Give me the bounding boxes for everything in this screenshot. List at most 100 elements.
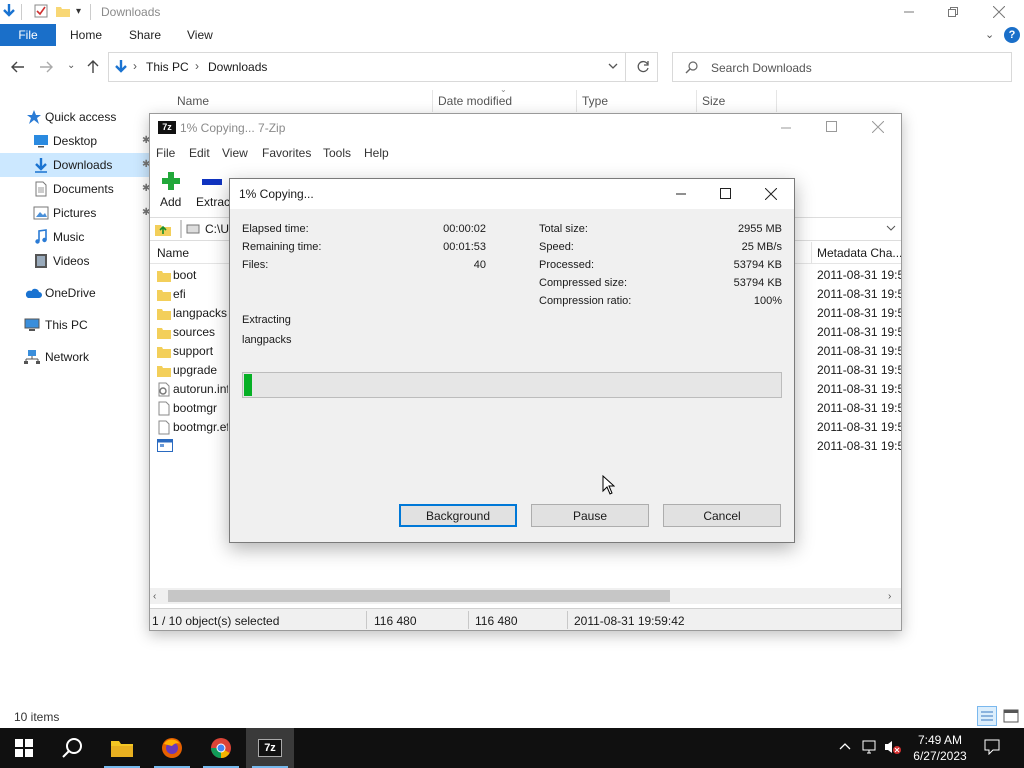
add-button[interactable]: Add xyxy=(156,168,186,212)
folder-icon xyxy=(111,741,133,757)
action-center-icon[interactable] xyxy=(984,739,1000,755)
nav-downloads[interactable]: Downloads ✱ xyxy=(0,153,150,177)
star-icon xyxy=(26,109,42,125)
download-folder-icon xyxy=(1,3,17,19)
network-status-icon[interactable] xyxy=(862,739,878,755)
videos-icon xyxy=(33,253,49,269)
new-folder-icon[interactable] xyxy=(55,3,71,19)
download-location-icon xyxy=(113,59,129,75)
add-plus-icon xyxy=(160,170,182,192)
maximize-button[interactable] xyxy=(826,121,837,132)
restore-button[interactable] xyxy=(930,0,976,24)
column-date-modified[interactable]: Date modified xyxy=(438,94,512,110)
cancel-button[interactable]: Cancel xyxy=(663,504,781,527)
column-name[interactable]: Name xyxy=(177,94,209,110)
path-dropdown-icon[interactable] xyxy=(886,223,896,233)
nav-pictures[interactable]: Pictures ✱ xyxy=(0,201,150,225)
menu-edit[interactable]: Edit xyxy=(189,146,210,160)
file-date: 2011-08-31 19:5 xyxy=(817,344,901,358)
files-value: 40 xyxy=(473,259,486,271)
tab-share[interactable]: Share xyxy=(129,24,161,46)
start-button[interactable] xyxy=(0,728,48,768)
close-button[interactable] xyxy=(765,188,777,200)
minimize-button[interactable] xyxy=(886,0,932,24)
tab-view[interactable]: View xyxy=(187,24,213,46)
menu-favorites[interactable]: Favorites xyxy=(262,146,311,160)
close-button[interactable] xyxy=(976,0,1022,24)
file-name: sources xyxy=(173,325,216,339)
menu-help[interactable]: Help xyxy=(364,146,389,160)
maximize-button[interactable] xyxy=(720,188,731,199)
scroll-right-icon[interactable]: › xyxy=(888,591,891,602)
column-type[interactable]: Type xyxy=(582,94,608,110)
breadcrumb-downloads[interactable]: Downloads xyxy=(208,60,267,74)
file-name: langpacks xyxy=(173,306,228,320)
nav-documents[interactable]: Documents ✱ xyxy=(0,177,150,201)
extract-button[interactable]: Extract xyxy=(196,168,233,212)
breadcrumb-separator-icon[interactable]: › xyxy=(133,59,137,73)
scroll-left-icon[interactable]: ‹ xyxy=(153,591,156,602)
address-dropdown-icon[interactable] xyxy=(607,60,619,72)
clock[interactable]: 7:49 AM 6/27/2023 xyxy=(902,732,978,764)
nav-desktop[interactable]: Desktop ✱ xyxy=(0,129,150,153)
search-button[interactable] xyxy=(48,728,96,768)
menu-tools[interactable]: Tools xyxy=(323,146,351,160)
nav-music[interactable]: Music xyxy=(0,225,150,249)
refresh-icon[interactable] xyxy=(635,59,651,75)
forward-arrow-icon[interactable] xyxy=(38,59,54,75)
pause-button[interactable]: Pause xyxy=(531,504,649,527)
dialog-titlebar: 1% Copying... xyxy=(230,179,794,209)
help-icon[interactable]: ? xyxy=(1004,27,1020,43)
network-icon xyxy=(24,349,40,365)
properties-icon[interactable] xyxy=(33,3,49,19)
nav-this-pc[interactable]: This PC xyxy=(0,313,150,337)
details-view-icon[interactable] xyxy=(977,706,997,726)
show-hidden-icons-icon[interactable] xyxy=(838,740,852,754)
taskbar-firefox[interactable] xyxy=(148,728,196,768)
recent-locations-icon[interactable]: ⌄ xyxy=(67,60,75,71)
column-metadata-changed[interactable]: Metadata Cha... xyxy=(817,246,901,260)
qat-divider xyxy=(21,4,22,20)
volume-muted-icon[interactable] xyxy=(884,739,902,755)
column-size[interactable]: Size xyxy=(702,94,725,110)
scroll-thumb[interactable] xyxy=(168,590,670,602)
close-button[interactable] xyxy=(872,121,884,133)
taskbar-7zip[interactable]: 7z xyxy=(246,728,294,768)
search-box[interactable]: Search Downloads xyxy=(672,52,1012,82)
breadcrumb-this-pc[interactable]: This PC xyxy=(146,60,189,74)
nav-quick-access[interactable]: Quick access xyxy=(0,105,150,129)
tab-file[interactable]: File xyxy=(0,24,56,46)
windows-logo-icon xyxy=(15,739,33,757)
status-item-count: 10 items xyxy=(14,710,60,724)
file-date: 2011-08-31 19:5 xyxy=(817,439,901,453)
nav-network[interactable]: Network xyxy=(0,345,150,369)
remaining-time-value: 00:01:53 xyxy=(443,241,486,253)
breadcrumb-separator-icon[interactable]: › xyxy=(195,59,199,73)
address-row: ⌄ › This PC › Downloads Search Downloads xyxy=(0,52,1024,82)
minimize-button[interactable] xyxy=(781,127,791,129)
back-arrow-icon[interactable] xyxy=(10,59,26,75)
minimize-button[interactable] xyxy=(676,193,686,195)
column-name[interactable]: Name xyxy=(157,246,189,260)
window-title: Downloads xyxy=(101,5,161,19)
taskbar-file-explorer[interactable] xyxy=(98,728,146,768)
background-button[interactable]: Background xyxy=(399,504,517,527)
up-arrow-icon[interactable] xyxy=(85,59,101,75)
music-icon xyxy=(33,229,49,245)
qat-dropdown-icon[interactable]: ▾ xyxy=(76,6,81,17)
large-icons-view-icon[interactable] xyxy=(1002,707,1020,725)
menu-file[interactable]: File xyxy=(156,146,175,160)
nav-label: Network xyxy=(45,350,90,364)
menu-view[interactable]: View xyxy=(222,146,248,160)
path-input[interactable]: C:\U xyxy=(205,222,229,236)
mouse-cursor-icon xyxy=(602,475,615,495)
horizontal-scrollbar[interactable]: ‹ › xyxy=(150,588,901,604)
up-folder-icon[interactable] xyxy=(154,221,172,237)
taskbar-chrome[interactable] xyxy=(197,728,245,768)
nav-videos[interactable]: Videos xyxy=(0,249,150,273)
expand-ribbon-icon[interactable]: ⌄ xyxy=(985,28,994,41)
current-item: langpacks xyxy=(242,334,292,346)
address-bar[interactable]: › This PC › Downloads xyxy=(108,52,658,82)
tab-home[interactable]: Home xyxy=(70,24,102,46)
nav-onedrive[interactable]: OneDrive xyxy=(0,281,150,305)
